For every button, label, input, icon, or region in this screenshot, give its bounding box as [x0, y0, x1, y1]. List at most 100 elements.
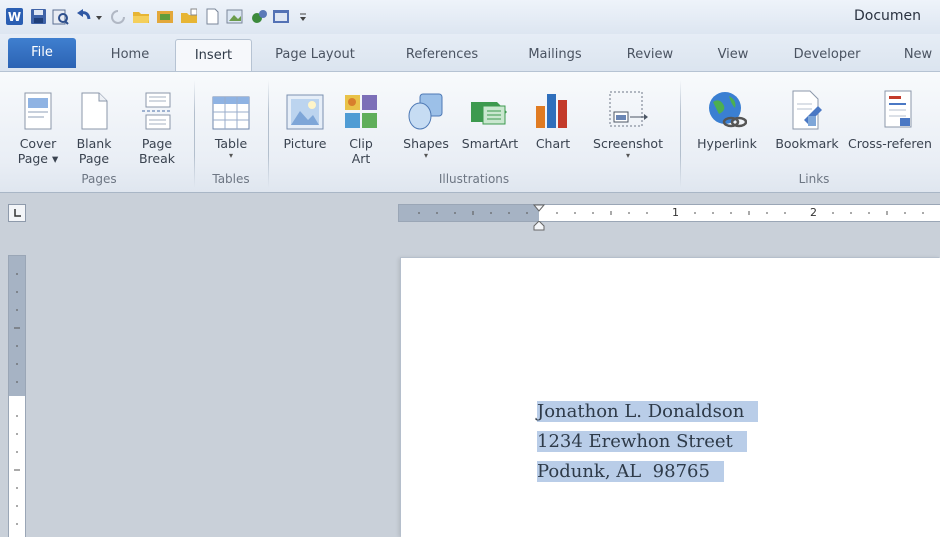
page-break-icon — [134, 80, 180, 130]
screenshot-label: Screenshot — [593, 136, 663, 151]
cover-page-label-1: Cover — [19, 136, 57, 151]
clip-art-button[interactable]: Clip Art — [340, 80, 382, 166]
cover-page-button[interactable]: Cover Page ▾ — [12, 80, 64, 166]
customize-qat-icon[interactable] — [298, 8, 308, 25]
document-page[interactable]: Jonathon L. Donaldson 1234 Erewhon Stree… — [401, 258, 940, 537]
svg-text:W: W — [8, 10, 21, 24]
cross-reference-button[interactable]: Cross-referen — [848, 80, 940, 151]
smartart-button[interactable]: SmartArt — [456, 80, 524, 151]
ribbon: Cover Page ▾ Blank Page Page Break Pages… — [0, 71, 940, 193]
tab-developer[interactable]: Developer — [778, 39, 876, 71]
shapes-label: Shapes — [403, 136, 449, 151]
ribbon-tabs: File Home Insert Page Layout References … — [0, 34, 940, 73]
page-break-button[interactable]: Page Break — [134, 80, 180, 166]
bookmark-icon — [766, 80, 848, 130]
view-icon[interactable] — [272, 8, 289, 25]
bookmark-button[interactable]: Bookmark — [766, 80, 848, 151]
hanging-indent-marker[interactable] — [533, 221, 545, 231]
group-label-pages: Pages — [81, 172, 117, 186]
tab-stop-selector[interactable] — [8, 204, 26, 222]
picture-button[interactable]: Picture — [276, 80, 334, 151]
selected-text: Jonathon L. Donaldson — [537, 401, 759, 422]
shapes-button[interactable]: Shapes ▾ — [398, 80, 454, 161]
cross-reference-icon — [848, 80, 940, 130]
table-button[interactable]: Table ▾ — [204, 80, 258, 161]
tab-review[interactable]: Review — [615, 39, 685, 71]
document-title: Documen — [854, 8, 922, 24]
blank-page-label-2: Page — [78, 151, 110, 166]
insert-picture-icon[interactable] — [156, 8, 173, 25]
page-break-label-1: Page — [141, 136, 173, 151]
table-icon — [204, 80, 258, 130]
bookmark-label: Bookmark — [775, 136, 839, 151]
screenshot-button[interactable]: Screenshot ▾ — [584, 80, 672, 161]
cover-page-dropdown-arrow: ▾ — [51, 151, 59, 166]
clip-art-icon — [340, 80, 382, 130]
left-tab-stop-icon — [14, 209, 21, 217]
cross-reference-label: Cross-referen — [848, 136, 932, 151]
group-separator — [268, 80, 269, 188]
tools-icon[interactable] — [250, 8, 267, 25]
print-preview-icon[interactable] — [52, 8, 69, 25]
group-label-links: Links — [798, 172, 830, 186]
tab-insert[interactable]: Insert — [175, 39, 252, 73]
address-line-city[interactable]: Podunk, AL 98765 — [537, 457, 724, 487]
screenshot-icon — [584, 80, 672, 130]
chart-icon — [530, 80, 576, 130]
save-icon[interactable] — [30, 8, 47, 25]
hyperlink-icon — [688, 80, 766, 130]
picture-icon[interactable] — [226, 8, 243, 25]
first-line-indent-marker[interactable] — [533, 204, 545, 220]
clip-art-label-2: Art — [351, 151, 371, 166]
chart-label: Chart — [535, 136, 571, 151]
hyperlink-label: Hyperlink — [697, 136, 757, 151]
horizontal-ruler[interactable]: 1 2 — [398, 204, 940, 231]
undo-icon[interactable] — [76, 8, 93, 25]
page-break-label-2: Break — [138, 151, 176, 166]
ruler-ticks — [418, 211, 924, 215]
word-app-icon[interactable]: W — [6, 8, 23, 25]
chart-button[interactable]: Chart — [530, 80, 576, 151]
open-folder-icon[interactable] — [132, 8, 149, 25]
tab-home[interactable]: Home — [97, 39, 163, 71]
hyperlink-button[interactable]: Hyperlink — [688, 80, 766, 151]
group-label-illustrations: Illustrations — [438, 172, 510, 186]
title-bar: W Documen — [0, 0, 940, 34]
ruler-number-2: 2 — [810, 206, 817, 219]
blank-page-large-icon — [72, 80, 116, 130]
redo-icon[interactable] — [110, 8, 127, 25]
cover-page-label-2: Page ▾ — [17, 151, 59, 166]
cover-page-icon — [12, 80, 64, 130]
tab-references[interactable]: References — [390, 39, 494, 71]
vertical-ruler[interactable] — [8, 255, 26, 537]
undo-dropdown-icon[interactable] — [94, 8, 104, 25]
picture-label: Picture — [283, 136, 327, 151]
tab-new[interactable]: New — [896, 39, 940, 71]
group-separator — [680, 80, 681, 188]
picture-large-icon — [276, 80, 334, 130]
vertical-ruler-ticks — [14, 273, 20, 525]
tab-view[interactable]: View — [706, 39, 760, 71]
address-line-street[interactable]: 1234 Erewhon Street — [537, 427, 747, 457]
shapes-dropdown-arrow: ▾ — [423, 151, 428, 160]
blank-page-label-1: Blank — [76, 136, 112, 151]
smartart-label: SmartArt — [461, 136, 519, 151]
screenshot-dropdown-arrow: ▾ — [625, 151, 630, 160]
address-line-name[interactable]: Jonathon L. Donaldson — [537, 397, 759, 427]
ruler-number-1: 1 — [672, 206, 679, 219]
tab-page-layout[interactable]: Page Layout — [260, 39, 370, 71]
new-folder-icon[interactable] — [180, 8, 197, 25]
blank-page-button[interactable]: Blank Page — [72, 80, 116, 166]
tab-file[interactable]: File — [8, 38, 76, 68]
shapes-icon — [398, 80, 454, 130]
blank-page-icon[interactable] — [204, 8, 221, 25]
clip-art-label-1: Clip — [349, 136, 373, 151]
smartart-icon — [456, 80, 524, 130]
selected-text: Podunk, AL 98765 — [537, 461, 724, 482]
group-separator — [194, 80, 195, 188]
tab-mailings[interactable]: Mailings — [510, 39, 600, 71]
selected-text: 1234 Erewhon Street — [537, 431, 747, 452]
table-label: Table — [214, 136, 248, 151]
group-label-tables: Tables — [212, 172, 250, 186]
table-dropdown-arrow: ▾ — [228, 151, 233, 160]
